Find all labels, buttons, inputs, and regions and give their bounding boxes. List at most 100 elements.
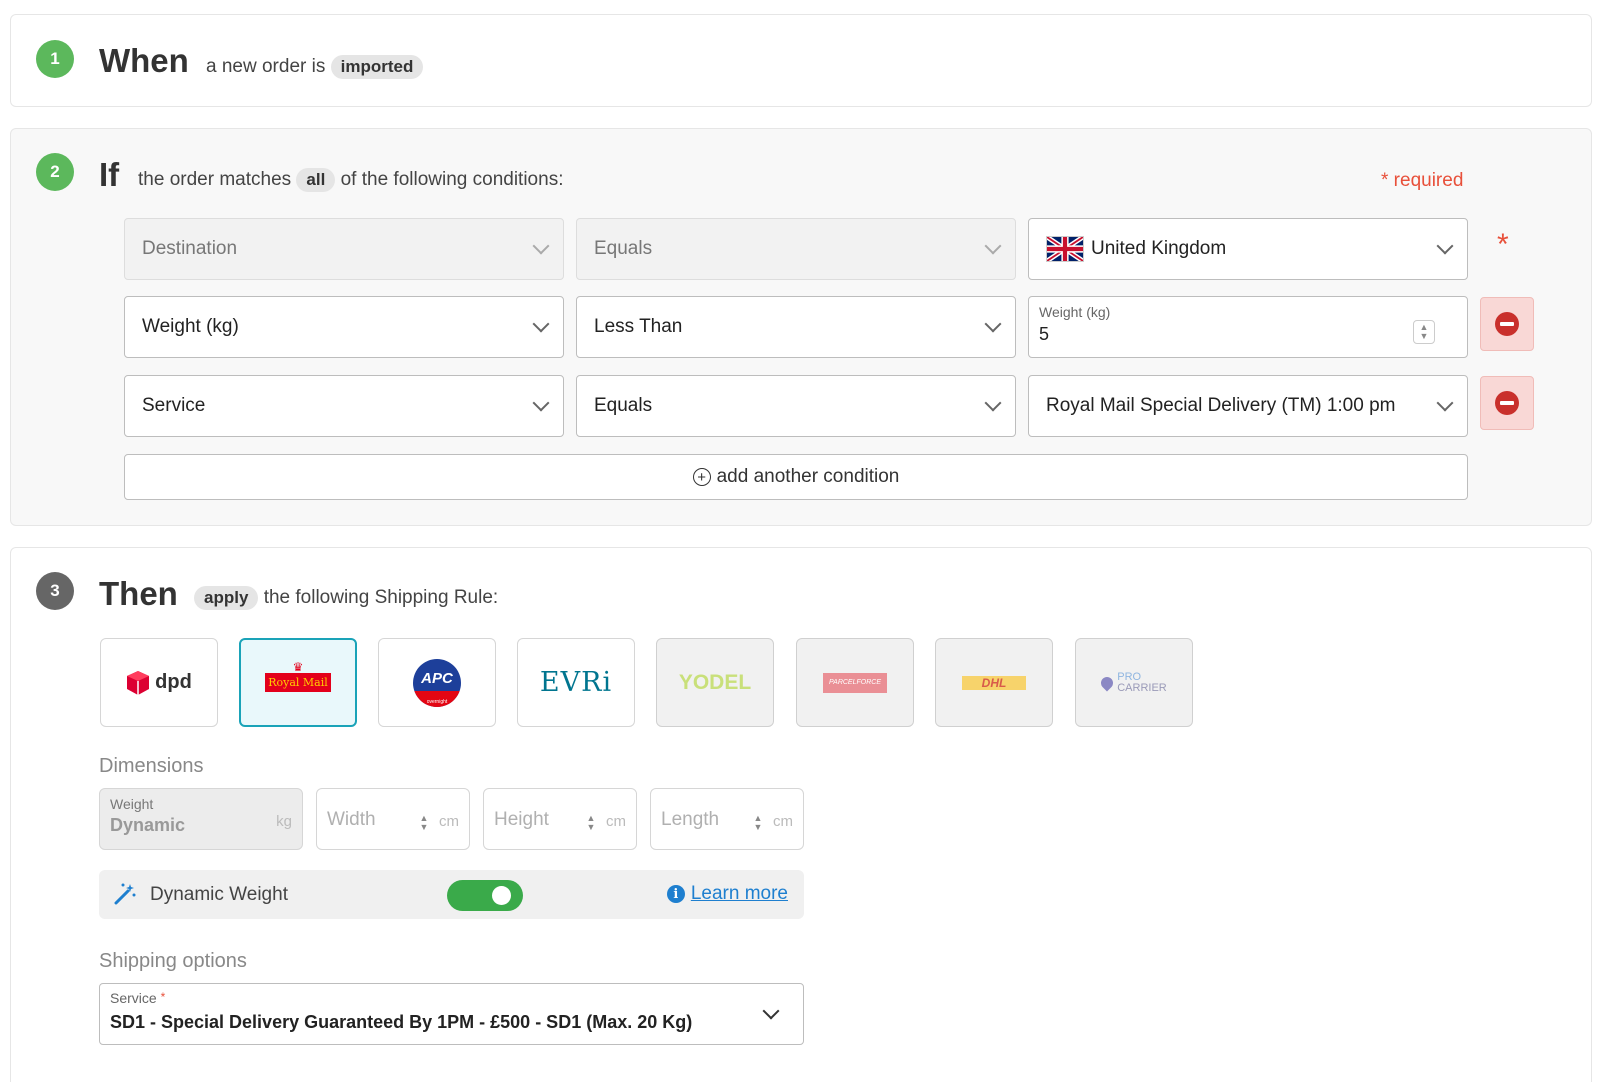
when-heading: When [99,42,189,79]
length-input[interactable]: Length ▲ ▼ cm [650,788,804,850]
if-heading: If [99,156,120,193]
location-pin-icon [1098,674,1116,691]
learn-more-link[interactable]: i Learn more [666,883,788,905]
step-3-badge: 3 [36,572,74,610]
weight-dynamic-field: Weight Dynamic kg [99,788,303,850]
weight-field-label: Weight [110,796,154,812]
service-required-mark: * [160,990,166,1004]
condition-2-field-select[interactable]: Weight (kg) [124,296,564,358]
royal-mail-logo: ♛ Royal Mail [265,659,331,705]
service-field-label-wrap: Service * [110,990,165,1006]
step-2-badge: 2 [36,153,74,191]
service-value: SD1 - Special Delivery Guaranteed By 1PM… [110,1012,693,1032]
dpd-logo [127,670,150,695]
crown-icon: ♛ [292,659,304,674]
condition-3-value-select[interactable]: Royal Mail Special Delivery (TM) 1:00 pm [1028,375,1468,437]
required-note: * required [1381,170,1464,191]
length-unit: cm [773,813,793,830]
condition-2-weight-input[interactable]: Weight (kg) 5 ▲ ▼ [1028,296,1468,358]
condition-1-operator-select[interactable]: Equals [576,218,1016,280]
dynamic-weight-toggle[interactable] [447,880,523,911]
shipping-options-label: Shipping options [99,950,247,972]
add-condition-button[interactable]: + add another condition [124,454,1468,500]
toggle-knob [492,886,511,905]
number-stepper-icon[interactable]: ▲ ▼ [415,811,433,835]
weight-unit: kg [276,813,292,830]
learn-more-text: Learn more [690,883,788,904]
remove-condition-3-button[interactable] [1480,376,1534,430]
when-description: a new order is imported [206,55,424,79]
carrier-dhl[interactable]: DHL [935,638,1053,727]
match-mode-pill[interactable]: all [296,168,336,192]
if-description: the order matches all of the following c… [138,168,563,192]
number-stepper-icon[interactable]: ▲ ▼ [1413,320,1435,344]
condition-3-operator-select[interactable]: Equals [576,375,1016,437]
step-1-badge: 1 [36,40,74,78]
condition-3-field-label: Service [142,395,206,416]
chevron-down-icon [1436,237,1454,255]
then-text: the following Shipping Rule: [263,587,499,609]
weight-field-value: Dynamic [110,815,186,835]
if-text-before: the order matches [138,169,292,191]
pro-carrier-text-1: PRO [1117,670,1142,683]
minus-circle-icon [1495,312,1519,336]
weight-input-value: 5 [1039,324,1050,344]
apc-subtext: overnight [426,698,448,705]
uk-flag-icon [1046,236,1084,262]
weight-input-label: Weight (kg) [1039,304,1111,320]
chevron-down-icon [532,394,550,412]
carrier-parcelforce[interactable]: PARCELFORCE [796,638,914,727]
row-required-mark: * [1497,228,1509,261]
then-heading: Then [99,575,178,612]
condition-3-operator-label: Equals [594,395,653,416]
width-placeholder: Width [327,809,376,830]
width-input[interactable]: Width ▲ ▼ cm [316,788,470,850]
dynamic-weight-label: Dynamic Weight [150,884,288,905]
length-placeholder: Length [661,809,720,830]
yodel-logo: YODEL [678,670,752,694]
condition-3-value-label: Royal Mail Special Delivery (TM) 1:00 pm [1046,395,1396,416]
condition-1-field-select[interactable]: Destination [124,218,564,280]
height-placeholder: Height [494,809,549,830]
condition-2-operator-label: Less Than [594,316,683,337]
evri-logo: EVRi [539,667,613,698]
chevron-down-icon [762,1002,780,1020]
height-input[interactable]: Height ▲ ▼ cm [483,788,637,850]
condition-2-field-label: Weight (kg) [142,316,239,337]
carrier-royal-mail[interactable]: ♛ Royal Mail [239,638,357,727]
condition-3-field-select[interactable]: Service [124,375,564,437]
remove-condition-2-button[interactable] [1480,297,1534,351]
dhl-logo: DHL [962,675,1026,690]
dimensions-label: Dimensions [99,755,204,777]
condition-1-value-label: United Kingdom [1091,238,1227,259]
plus-circle-icon: + [692,468,711,486]
chevron-down-icon [984,315,1002,333]
if-text-after: of the following conditions: [340,169,564,191]
condition-1-operator-label: Equals [594,238,653,259]
dhl-text: DHL [981,675,1007,690]
carrier-evri[interactable]: EVRi [517,638,635,727]
apc-logo: APC overnight [413,658,461,707]
then-description: apply the following Shipping Rule: [194,586,498,610]
chevron-down-icon [984,394,1002,412]
when-card: 1 When a new order is imported [10,14,1592,107]
number-stepper-icon[interactable]: ▲ ▼ [582,811,600,835]
width-unit: cm [439,813,459,830]
pro-carrier-logo: PRO CARRIER [1098,670,1167,694]
parcelforce-text: PARCELFORCE [829,679,881,686]
number-stepper-icon[interactable]: ▲ ▼ [749,811,767,835]
when-text: a new order is [206,56,326,78]
service-select[interactable]: Service * SD1 - Special Delivery Guarant… [99,983,804,1045]
condition-1-value-select[interactable]: United Kingdom [1028,218,1468,280]
trigger-pill[interactable]: imported [330,55,424,79]
dynamic-weight-bar: Dynamic Weight i Learn more [99,870,804,919]
action-pill[interactable]: apply [194,586,259,610]
parcelforce-logo: PARCELFORCE [823,672,887,693]
chevron-down-icon [532,237,550,255]
condition-2-operator-select[interactable]: Less Than [576,296,1016,358]
carrier-pro-carrier[interactable]: PRO CARRIER [1075,638,1193,727]
carrier-apc[interactable]: APC overnight [378,638,496,727]
carrier-yodel[interactable]: YODEL [656,638,774,727]
chevron-down-icon [1436,394,1454,412]
carrier-dpd[interactable]: dpd [100,638,218,727]
